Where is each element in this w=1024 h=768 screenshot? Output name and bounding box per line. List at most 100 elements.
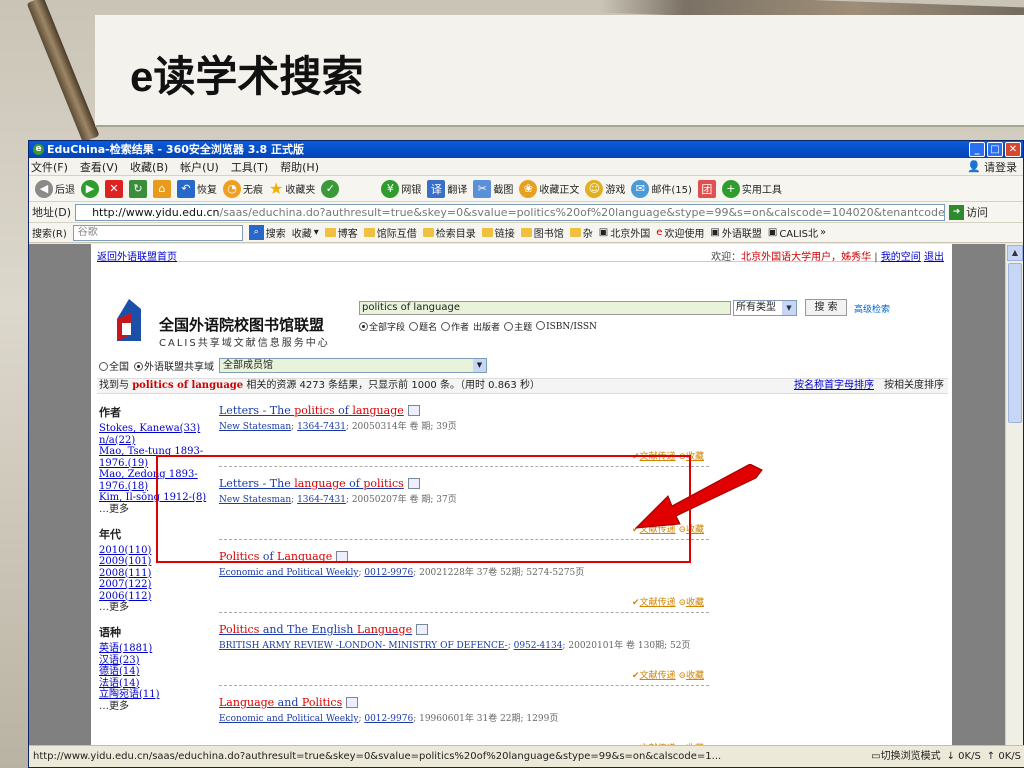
sort-relevance[interactable]: 按相关度排序: [884, 380, 944, 391]
facet-item[interactable]: 2008(111): [99, 568, 215, 580]
menu-account[interactable]: 帐户(U): [180, 159, 219, 175]
link-blog[interactable]: 博客: [324, 225, 358, 240]
logout-link[interactable]: 退出: [924, 252, 944, 263]
go-arrow-icon: ➜: [949, 204, 965, 220]
collect-link[interactable]: 收藏: [686, 671, 704, 681]
query-input[interactable]: politics of language: [359, 301, 731, 315]
advanced-search-link[interactable]: 高级检索: [854, 302, 890, 315]
facet-more[interactable]: …更多: [99, 701, 215, 713]
facet-item[interactable]: 汉语(23): [99, 655, 215, 667]
field-subject-radio[interactable]: 主题: [504, 320, 532, 333]
tools-button[interactable]: + 实用工具: [721, 179, 782, 198]
link-catalog[interactable]: 检索目录: [422, 225, 476, 240]
vertical-scrollbar[interactable]: ▲: [1005, 244, 1023, 747]
field-title-radio[interactable]: 题名: [409, 320, 437, 333]
netbank-button[interactable]: ¥ 网银: [381, 179, 421, 198]
facet-item[interactable]: Stokes, Kanewa(33): [99, 423, 215, 435]
result-title-link[interactable]: Language and Politics: [219, 696, 709, 709]
search-button[interactable]: ⌕ 搜索: [248, 225, 286, 240]
clean-icon[interactable]: ✓: [321, 179, 340, 198]
menu-file[interactable]: 文件(F): [31, 159, 68, 175]
minimize-button[interactable]: _: [969, 142, 985, 157]
scroll-thumb[interactable]: [1008, 263, 1022, 423]
field-isbn-radio[interactable]: ISBN/ISSN: [536, 321, 597, 332]
link-welcome[interactable]: e 欢迎使用: [656, 225, 704, 240]
menu-favorites[interactable]: 收藏(B): [130, 159, 168, 175]
facet-item[interactable]: Kim, Il-sŏng 1912-(8): [99, 492, 215, 504]
facet-item[interactable]: 2006(112): [99, 591, 215, 603]
facet-item[interactable]: 德语(14): [99, 666, 215, 678]
refresh-button[interactable]: ↻: [129, 179, 147, 198]
mail-button[interactable]: ✉ 邮件(15): [631, 179, 692, 198]
favorites-menu[interactable]: 收藏 ▾: [292, 225, 319, 240]
scope-union-radio[interactable]: 外语联盟共享域: [134, 358, 214, 373]
facet-item[interactable]: 英语(1881): [99, 643, 215, 655]
result-list: Letters - The politics of language New S…: [219, 404, 709, 747]
menu-tools[interactable]: 工具(T): [231, 159, 268, 175]
fav-text-button[interactable]: ❀ 收藏正文: [519, 179, 579, 198]
deliver-link[interactable]: 文献传递: [640, 452, 676, 462]
link-misc[interactable]: 杂: [569, 225, 593, 240]
close-button[interactable]: ✕: [1005, 142, 1021, 157]
result-title-link[interactable]: Letters - The politics of language: [219, 404, 709, 417]
translate-button[interactable]: 译翻译: [427, 179, 467, 198]
field-all-radio[interactable]: 全部字段: [359, 320, 405, 333]
page-icon: ▣: [598, 227, 609, 238]
field-publisher-radio[interactable]: 出版者: [473, 320, 500, 333]
maximize-button[interactable]: □: [987, 142, 1003, 157]
result-item: Politics of Language Economic and Politi…: [219, 550, 709, 623]
forward-button[interactable]: ▶: [81, 179, 99, 198]
type-select[interactable]: 所有类型 ▼: [733, 300, 797, 316]
facet-item[interactable]: 2007(122): [99, 579, 215, 591]
sort-alpha-link[interactable]: 按名称首字母排序: [794, 380, 874, 391]
member-library-select[interactable]: 全部成员馆 ▼: [219, 358, 487, 373]
facet-item[interactable]: Mao, Tse-tung 1893-1976.(19): [99, 446, 215, 469]
menu-view[interactable]: 查看(V): [80, 159, 118, 175]
restore-button[interactable]: ↶ 恢复: [177, 179, 217, 198]
deliver-link[interactable]: 文献传递: [640, 671, 676, 681]
link-bfsu[interactable]: ▣ 北京外国: [599, 225, 650, 240]
compat-mode-button[interactable]: ▭切换浏览模式: [871, 746, 940, 767]
facet-more[interactable]: …更多: [99, 504, 215, 516]
home-button[interactable]: ⌂: [153, 179, 171, 198]
scope-all-radio[interactable]: 全国: [99, 358, 129, 373]
field-author-radio[interactable]: 作者: [441, 320, 469, 333]
favorites-button[interactable]: ★ 收藏夹: [269, 179, 315, 198]
screenshot-button[interactable]: ✂ 截图: [473, 179, 513, 198]
red-arrow-icon: [634, 464, 763, 529]
no-trace-button[interactable]: ◔ 无痕: [223, 179, 263, 198]
facet-item[interactable]: 2010(110): [99, 545, 215, 557]
coin-icon: ¥: [381, 179, 400, 198]
my-space-link[interactable]: 我的空间: [881, 252, 921, 263]
facet-item[interactable]: 2009(101): [99, 556, 215, 568]
back-home-link[interactable]: 返回外语联盟首页: [97, 252, 177, 263]
facet-title-author: 作者: [99, 406, 121, 419]
collect-link[interactable]: 收藏: [686, 452, 704, 462]
result-source: Economic and Political Weekly; 0012-9976…: [219, 714, 559, 724]
scroll-up-icon[interactable]: ▲: [1007, 245, 1023, 261]
link-ill[interactable]: 馆际互借: [363, 225, 417, 240]
search-submit-button[interactable]: 搜 索: [805, 299, 847, 316]
link-library[interactable]: 图书馆: [520, 225, 564, 240]
link-calis[interactable]: ▣ CALIS北 »: [768, 225, 826, 240]
collect-link[interactable]: 收藏: [686, 598, 704, 608]
app-icon[interactable]: 团: [697, 179, 716, 198]
result-title-link[interactable]: Politics of Language: [219, 550, 709, 563]
link-union[interactable]: ▣ 外语联盟: [710, 225, 761, 240]
facet-item[interactable]: 立陶宛语(11): [99, 689, 215, 701]
facet-item[interactable]: 法语(14): [99, 678, 215, 690]
login-link[interactable]: 👤 请登录: [967, 159, 1017, 175]
stop-button[interactable]: ✕: [105, 179, 123, 198]
link-links[interactable]: 链接: [481, 225, 515, 240]
facet-more[interactable]: …更多: [99, 602, 215, 614]
back-button[interactable]: ◀ 后退: [35, 179, 75, 198]
facet-item[interactable]: n/a(22): [99, 435, 215, 447]
menu-help[interactable]: 帮助(H): [280, 159, 319, 175]
go-button[interactable]: ➜ 访问: [949, 204, 988, 220]
address-input[interactable]: http://www.yidu.edu.cn/saas/educhina.do?…: [75, 203, 946, 221]
search-engine-input[interactable]: 谷歌: [72, 224, 243, 241]
deliver-link[interactable]: 文献传递: [640, 598, 676, 608]
facet-item[interactable]: Mao, Zedong 1893-1976.(18): [99, 469, 215, 492]
result-title-link[interactable]: Politics and The English Language: [219, 623, 709, 636]
games-button[interactable]: ☺ 游戏: [585, 179, 625, 198]
